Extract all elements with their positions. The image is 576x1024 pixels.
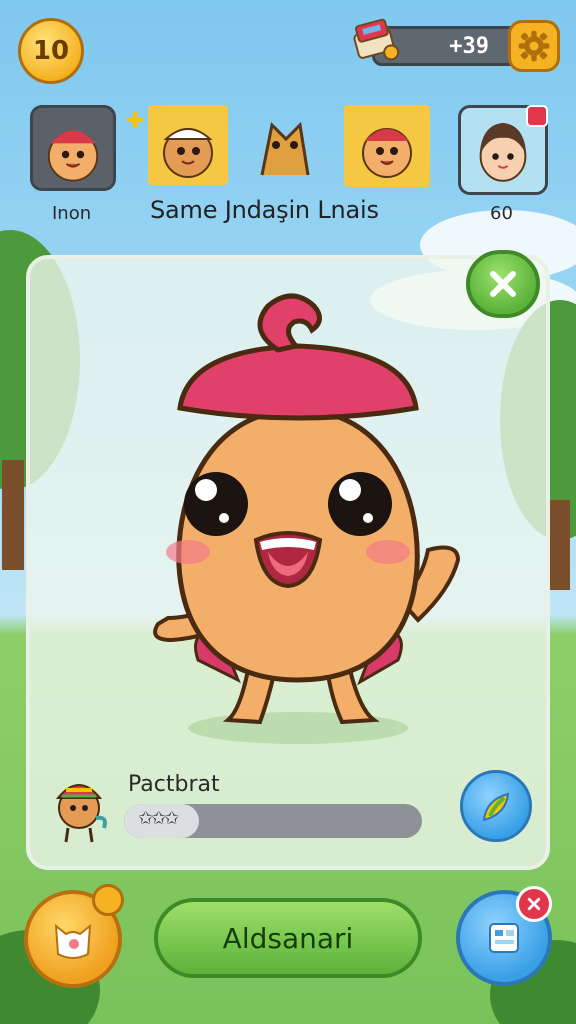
menu-card-icon [489, 923, 519, 953]
character-slot-5-label: 60 [490, 203, 513, 224]
pet-notification-badge [92, 884, 124, 916]
cat-face-icon [54, 923, 92, 959]
tree-trunk [548, 500, 570, 590]
character-slot-1[interactable] [30, 105, 116, 191]
menu-close-badge[interactable] [516, 886, 552, 922]
slot-notification-badge [526, 105, 548, 127]
close-button[interactable] [466, 250, 540, 318]
tree-trunk [2, 460, 24, 570]
settings-gear-icon [518, 30, 550, 62]
settings-button[interactable] [508, 20, 560, 72]
character-slot-2[interactable] [148, 105, 228, 185]
character-avatar-small [55, 784, 107, 843]
selected-character-illustration [153, 293, 461, 744]
screen-title: Same Jndaşin Lnais [150, 196, 379, 224]
edit-button[interactable] [460, 770, 532, 842]
close-x-icon [527, 897, 541, 911]
level-value: 10 [32, 36, 70, 66]
character-slot-1-label: Inon [52, 203, 92, 224]
sparkle-icon: ✚ [126, 109, 145, 134]
leaf-edit-icon [482, 792, 510, 822]
character-name: Pactbrat [128, 772, 220, 797]
game-screen: 10 +39 Inon ✚ 60 Same Jndaşin Lnais Pact… [0, 0, 576, 1024]
main-action-label: Aldsanari [222, 921, 354, 955]
close-x-icon [490, 271, 516, 297]
main-action-button[interactable]: Aldsanari [154, 898, 422, 978]
character-slot-4[interactable] [344, 105, 430, 187]
level-badge: 10 [18, 18, 84, 84]
character-slot-3[interactable] [242, 105, 326, 189]
progress-stars: ✩✩✩ [138, 808, 179, 829]
character-progress-bar: ✩✩✩ [124, 804, 422, 838]
coin-value: +39 [449, 33, 489, 59]
